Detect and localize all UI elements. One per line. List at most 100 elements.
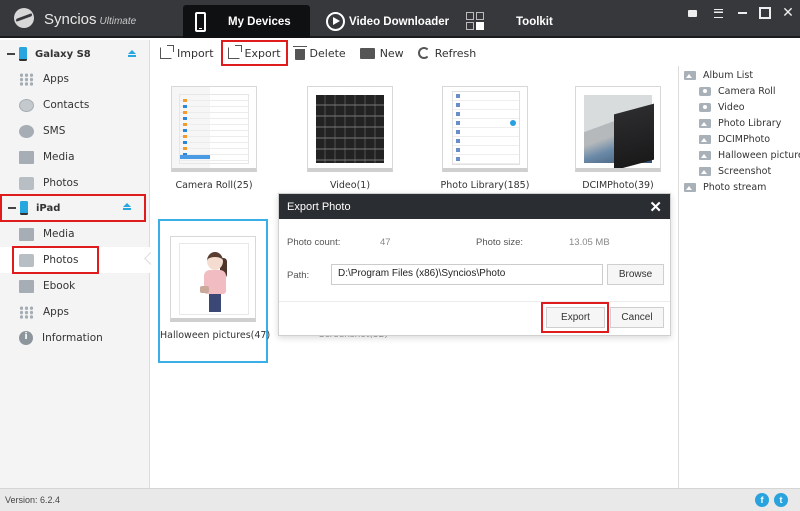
refresh-button[interactable]: Refresh bbox=[413, 42, 482, 64]
maximize-icon[interactable] bbox=[756, 6, 774, 20]
export-icon bbox=[227, 45, 242, 59]
album-list-label: Camera Roll bbox=[718, 85, 776, 97]
album-icon bbox=[684, 182, 696, 192]
album-photo-library[interactable]: Photo Library(185) bbox=[430, 86, 540, 191]
sidebar-item-apps[interactable]: Apps bbox=[0, 299, 150, 325]
album-label: Photo Library(185) bbox=[440, 180, 530, 191]
album-label: Video(1) bbox=[329, 180, 371, 191]
album-list-item[interactable]: DCIMPhoto bbox=[699, 131, 770, 147]
divider bbox=[279, 301, 670, 302]
sidebar-item-media[interactable]: Media bbox=[0, 221, 150, 247]
sidebar: Galaxy S8 Apps Contacts SMS Media Photos… bbox=[0, 40, 150, 488]
tab-video-downloader[interactable]: Video Downloader bbox=[326, 5, 456, 38]
new-album-icon bbox=[359, 47, 375, 59]
album-list-label: Photo stream bbox=[703, 181, 767, 193]
album-list-item[interactable]: Video bbox=[699, 99, 745, 115]
sidebar-item-photos[interactable]: Photos bbox=[0, 170, 150, 196]
delete-button[interactable]: Delete bbox=[290, 42, 351, 64]
sms-icon bbox=[19, 124, 34, 138]
album-list-label: Video bbox=[718, 101, 745, 113]
album-list-item[interactable]: Screenshot bbox=[699, 163, 771, 179]
album-dcimphoto[interactable]: DCIMPhoto(39) bbox=[563, 86, 673, 191]
info-icon: i bbox=[19, 331, 33, 345]
album-camera-roll[interactable]: Camera Roll(25) bbox=[159, 86, 269, 191]
eject-icon[interactable] bbox=[123, 203, 131, 210]
collapse-icon[interactable] bbox=[8, 207, 16, 209]
sidebar-item-label: Photos bbox=[43, 177, 79, 189]
tab-toolkit[interactable]: Toolkit bbox=[462, 5, 572, 38]
album-list-panel: Album List Camera Roll Video Photo Libra… bbox=[678, 66, 800, 488]
tab-my-devices[interactable]: My Devices bbox=[183, 5, 310, 38]
album-label: Camera Roll(25) bbox=[175, 180, 253, 191]
sidebar-item-media[interactable]: Media bbox=[0, 144, 150, 170]
album-list-item[interactable]: Camera Roll bbox=[699, 83, 776, 99]
import-button[interactable]: Import bbox=[155, 42, 219, 64]
contacts-icon bbox=[19, 98, 34, 112]
export-confirm-button[interactable]: Export bbox=[546, 307, 605, 328]
facebook-icon[interactable]: f bbox=[755, 493, 769, 507]
dialog-header: Export Photo ✕ bbox=[279, 194, 670, 219]
picture-icon bbox=[699, 150, 711, 160]
eject-icon[interactable] bbox=[128, 50, 136, 57]
app-name: Syncios bbox=[44, 11, 97, 28]
button-label: New bbox=[379, 46, 404, 60]
ebook-icon bbox=[19, 279, 34, 293]
album-list-label: Photo Library bbox=[718, 117, 782, 129]
browse-button[interactable]: Browse bbox=[607, 264, 664, 285]
camera-icon bbox=[699, 86, 711, 96]
tab-label: Video Downloader bbox=[349, 15, 450, 28]
feedback-icon[interactable] bbox=[683, 6, 701, 20]
title-bar: Syncios Ultimate My Devices Video Downloa… bbox=[0, 0, 800, 38]
minimize-icon[interactable] bbox=[733, 6, 751, 20]
sidebar-item-label: SMS bbox=[43, 125, 66, 137]
close-icon[interactable]: ✕ bbox=[779, 5, 797, 21]
tab-label: Toolkit bbox=[516, 15, 553, 28]
toolbar: Import Export Delete New Refresh bbox=[151, 40, 678, 66]
camera-icon bbox=[699, 102, 711, 112]
phone-icon bbox=[19, 47, 27, 61]
photo-count-value: 47 bbox=[380, 237, 391, 248]
path-label: Path: bbox=[287, 270, 310, 281]
phone-icon bbox=[195, 11, 206, 32]
album-icon bbox=[684, 70, 696, 80]
sidebar-item-photos[interactable]: Photos bbox=[0, 247, 150, 273]
album-list-item[interactable]: Halloween pictures bbox=[699, 147, 800, 163]
sidebar-item-label: Media bbox=[43, 151, 75, 163]
picture-icon bbox=[699, 134, 711, 144]
path-input[interactable]: D:\Program Files (x86)\Syncios\Photo bbox=[331, 264, 603, 285]
export-button[interactable]: Export bbox=[220, 40, 288, 66]
dialog-title: Export Photo bbox=[287, 200, 351, 213]
sidebar-item-apps[interactable]: Apps bbox=[0, 66, 150, 92]
syncios-logo-icon bbox=[14, 8, 34, 28]
device-galaxy-s8[interactable]: Galaxy S8 bbox=[0, 42, 150, 66]
media-icon bbox=[19, 150, 34, 164]
album-list-title: Album List bbox=[703, 69, 754, 81]
tab-label: My Devices bbox=[228, 15, 291, 28]
app-edition: Ultimate bbox=[99, 16, 137, 27]
sidebar-item-ebook[interactable]: Ebook bbox=[0, 273, 150, 299]
sidebar-item-label: Information bbox=[42, 332, 103, 344]
cancel-button[interactable]: Cancel bbox=[610, 307, 664, 328]
device-name: iPad bbox=[36, 202, 61, 214]
album-icon bbox=[699, 118, 711, 128]
menu-icon[interactable] bbox=[709, 6, 727, 20]
album-halloween-pictures[interactable]: Halloween pictures(47) bbox=[158, 219, 270, 363]
version-label: Version: 6.2.4 bbox=[5, 495, 61, 505]
sidebar-item-information[interactable]: i Information bbox=[0, 325, 150, 351]
close-icon[interactable]: ✕ bbox=[649, 198, 662, 216]
twitter-icon[interactable]: t bbox=[774, 493, 788, 507]
refresh-icon bbox=[417, 47, 430, 59]
button-label: Export bbox=[244, 46, 281, 60]
album-list-header[interactable]: Album List bbox=[684, 67, 753, 83]
sidebar-item-contacts[interactable]: Contacts bbox=[0, 92, 150, 118]
album-list-item[interactable]: Photo Library bbox=[699, 115, 781, 131]
photo-stream-item[interactable]: Photo stream bbox=[684, 179, 766, 195]
collapse-icon[interactable] bbox=[7, 53, 15, 55]
album-icon bbox=[699, 166, 711, 176]
new-album-button[interactable]: New bbox=[355, 42, 409, 64]
button-label: Delete bbox=[309, 46, 346, 60]
sidebar-item-sms[interactable]: SMS bbox=[0, 118, 150, 144]
album-video[interactable]: Video(1) bbox=[295, 86, 405, 191]
photos-icon bbox=[19, 253, 34, 267]
device-ipad[interactable]: iPad bbox=[0, 194, 146, 222]
